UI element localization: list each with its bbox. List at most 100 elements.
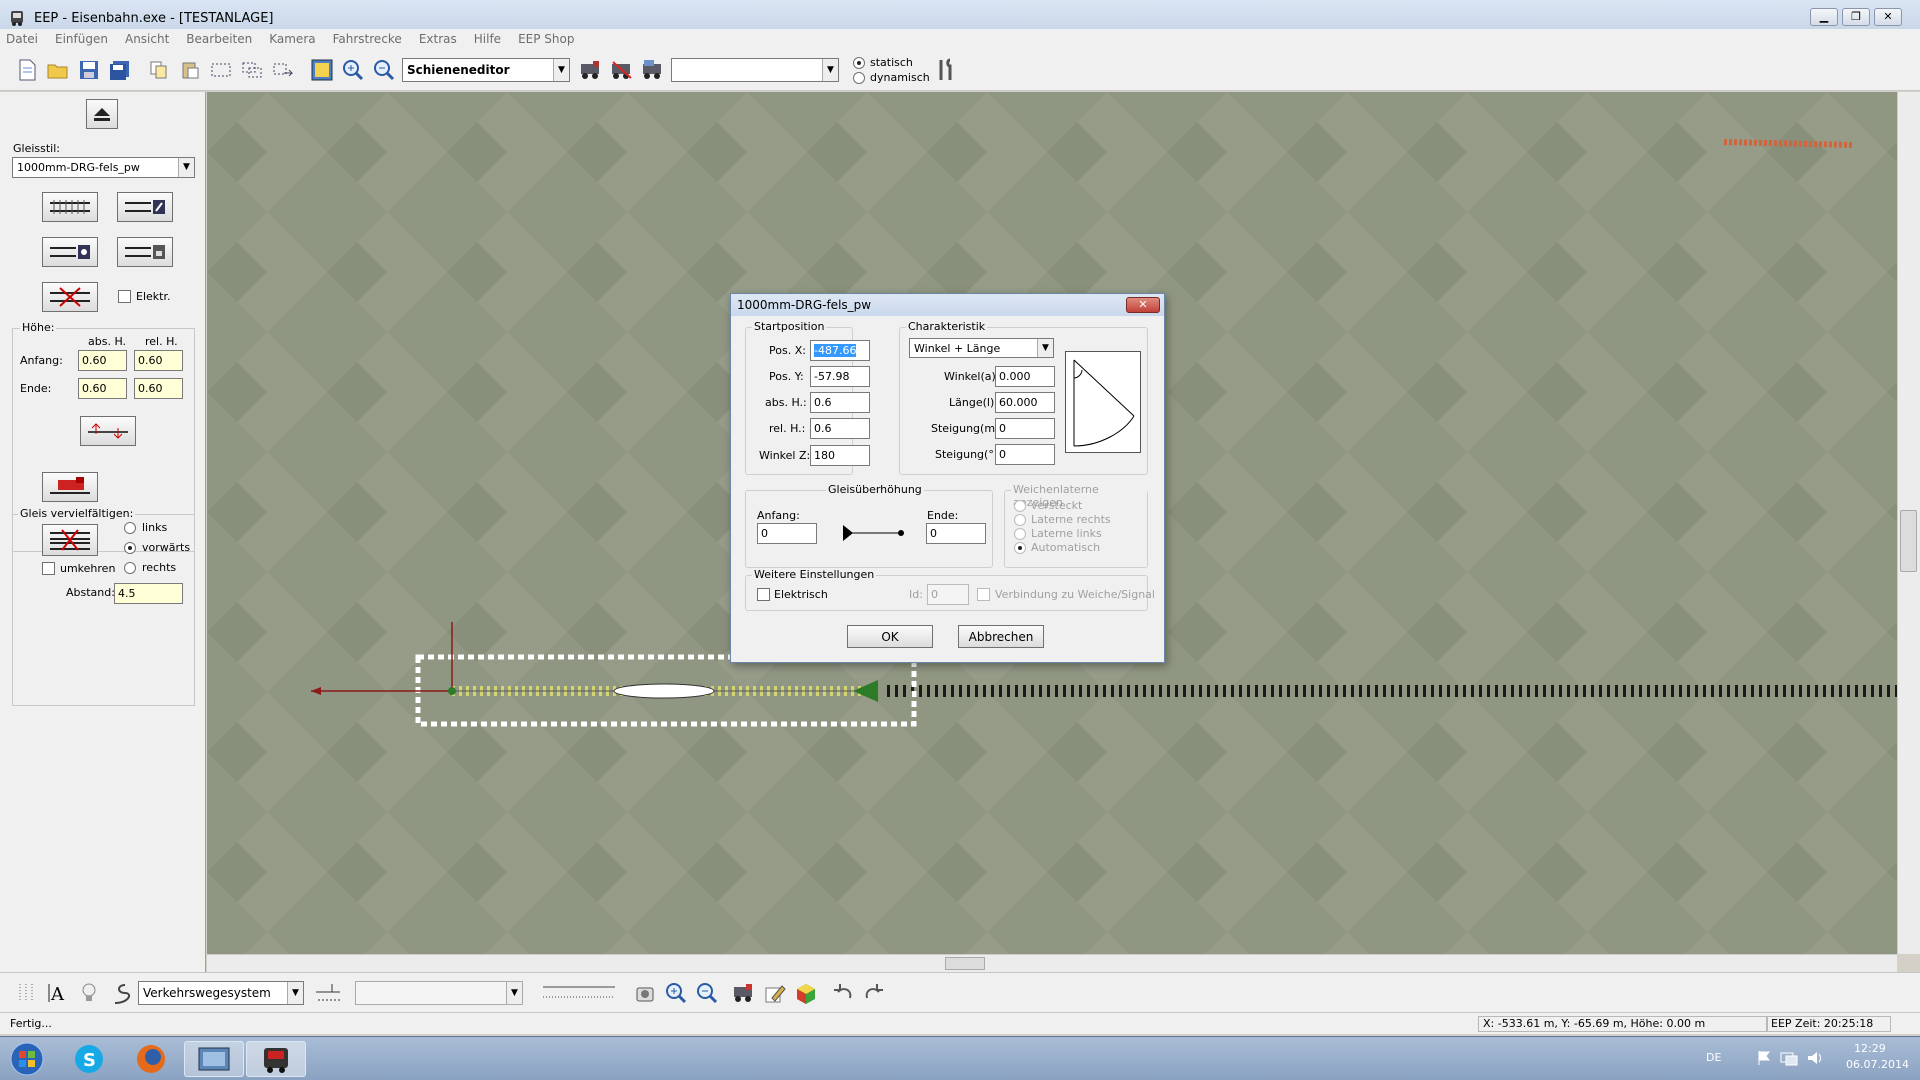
characteristic-mode-select[interactable]: Winkel + Länge ▼ — [909, 338, 1054, 358]
copy-icon[interactable] — [146, 57, 172, 83]
id-input[interactable]: 0 — [927, 584, 969, 605]
train-on-track-button[interactable] — [42, 472, 98, 502]
paste-icon[interactable] — [177, 57, 203, 83]
horizontal-scroll-thumb[interactable] — [945, 957, 985, 970]
edit-pencil-icon[interactable] — [762, 980, 788, 1006]
ueber-anfang-input[interactable]: 0 — [757, 523, 817, 544]
maximize-button[interactable]: ❐ — [1842, 8, 1870, 26]
umkehren-checkbox[interactable] — [42, 562, 55, 575]
height-apply-button[interactable] — [80, 416, 136, 446]
new-file-icon[interactable] — [14, 57, 40, 83]
menu-datei[interactable]: Datei — [6, 32, 38, 46]
taskbar-eep[interactable] — [246, 1041, 306, 1077]
posy-input[interactable]: -57.98 — [810, 366, 870, 387]
grid-icon[interactable] — [14, 980, 40, 1006]
straight-track-button[interactable] — [42, 192, 98, 222]
close-button[interactable]: ✕ — [1874, 8, 1902, 26]
ende-rel-input[interactable]: 0.60 — [134, 378, 183, 399]
vertical-scrollbar[interactable] — [1897, 92, 1920, 954]
horizontal-scrollbar[interactable] — [207, 954, 1897, 972]
radio-laterne-links[interactable] — [1014, 528, 1026, 540]
map-view-icon[interactable] — [309, 57, 335, 83]
radio-links[interactable] — [124, 522, 136, 534]
select-multi-icon[interactable] — [239, 57, 265, 83]
relh-input[interactable]: 0.6 — [810, 418, 870, 439]
text-label-icon[interactable]: A — [45, 980, 71, 1006]
taskbar-skype[interactable]: S — [60, 1041, 118, 1077]
ueber-ende-input[interactable]: 0 — [926, 523, 986, 544]
network-icon[interactable] — [1780, 1050, 1798, 1066]
locomotive-list-icon[interactable] — [640, 57, 666, 83]
undo-icon[interactable] — [830, 980, 856, 1006]
track-connect-icon[interactable] — [314, 980, 340, 1006]
steigung-deg-input[interactable]: 0 — [995, 444, 1055, 465]
delete-track-button[interactable] — [42, 282, 98, 312]
train-settings-icon[interactable] — [731, 980, 757, 1006]
move-selection-icon[interactable] — [270, 57, 296, 83]
tools-icon[interactable] — [933, 57, 959, 83]
radio-versteckt[interactable] — [1014, 500, 1026, 512]
ruler-icon[interactable] — [541, 980, 617, 1006]
locomotive-remove-icon[interactable] — [609, 57, 635, 83]
track-lock-button[interactable] — [117, 237, 173, 267]
duplicate-track-button[interactable] — [42, 524, 98, 556]
vertical-scroll-thumb[interactable] — [1900, 510, 1917, 572]
elektrisch-checkbox[interactable] — [757, 588, 770, 601]
system-select[interactable]: Verkehrswegesystem ▼ — [138, 980, 304, 1005]
locomotive-icon[interactable] — [578, 57, 604, 83]
abstand-input[interactable]: 4.5 — [114, 583, 183, 604]
gleisstil-select[interactable]: 1000mm-DRG-fels_pw ▼ — [12, 157, 195, 178]
save-all-icon[interactable] — [107, 57, 133, 83]
winkel-input[interactable]: 0.000 — [995, 366, 1055, 387]
bottom-zoom-out-icon[interactable] — [694, 980, 720, 1006]
cancel-button[interactable]: Abbrechen — [958, 625, 1044, 648]
track-edit-button[interactable] — [117, 192, 173, 222]
anfang-abs-input[interactable]: 0.60 — [78, 350, 127, 371]
dialog-close-button[interactable]: ✕ — [1126, 297, 1160, 313]
flag-icon[interactable] — [1756, 1050, 1772, 1066]
eject-button[interactable] — [86, 99, 118, 129]
menu-fahrstrecke[interactable]: Fahrstrecke — [333, 32, 402, 46]
taskbar-firefox[interactable] — [122, 1041, 180, 1077]
camera-icon[interactable] — [632, 980, 658, 1006]
save-icon[interactable] — [76, 57, 102, 83]
radio-vorwaerts[interactable] — [124, 542, 136, 554]
anfang-rel-input[interactable]: 0.60 — [134, 350, 183, 371]
radio-statisch[interactable] — [853, 56, 865, 69]
object-cube-icon[interactable] — [793, 980, 819, 1006]
menu-bearbeiten[interactable]: Bearbeiten — [186, 32, 252, 46]
posx-input[interactable]: -487.66 — [810, 340, 870, 361]
lightbulb-icon[interactable] — [76, 980, 102, 1006]
zoom-out-icon[interactable] — [371, 57, 397, 83]
menu-ansicht[interactable]: Ansicht — [125, 32, 169, 46]
menu-einfuegen[interactable]: Einfügen — [55, 32, 108, 46]
laenge-input[interactable]: 60.000 — [995, 392, 1055, 413]
curve-tool-icon[interactable] — [107, 980, 133, 1006]
winkelz-input[interactable]: 180 — [810, 445, 870, 466]
secondary-combo[interactable]: ▼ — [355, 980, 523, 1005]
verbindung-checkbox[interactable] — [977, 588, 990, 601]
object-combo[interactable]: ▼ — [671, 57, 839, 82]
radio-automatisch[interactable] — [1014, 542, 1026, 554]
radio-rechts[interactable] — [124, 562, 136, 574]
radio-laterne-rechts[interactable] — [1014, 514, 1026, 526]
volume-icon[interactable] — [1806, 1050, 1824, 1066]
editor-select[interactable]: Schieneneditor ▼ — [402, 57, 570, 82]
menu-kamera[interactable]: Kamera — [269, 32, 315, 46]
track-properties-button[interactable] — [42, 237, 98, 267]
ok-button[interactable]: OK — [847, 625, 933, 648]
radio-dynamisch[interactable] — [853, 71, 865, 84]
open-folder-icon[interactable] — [45, 57, 71, 83]
menu-extras[interactable]: Extras — [419, 32, 457, 46]
keyboard-language[interactable]: DE — [1706, 1051, 1721, 1064]
clock-date[interactable]: 06.07.2014 — [1846, 1058, 1909, 1071]
zoom-in-icon[interactable] — [340, 57, 366, 83]
menu-eep-shop[interactable]: EEP Shop — [518, 32, 574, 46]
bottom-zoom-in-icon[interactable] — [663, 980, 689, 1006]
taskbar-explorer[interactable] — [184, 1041, 244, 1077]
clock-time[interactable]: 12:29 — [1854, 1042, 1886, 1055]
ende-abs-input[interactable]: 0.60 — [78, 378, 127, 399]
select-rect-icon[interactable] — [208, 57, 234, 83]
menu-hilfe[interactable]: Hilfe — [474, 32, 501, 46]
elektr-checkbox[interactable] — [118, 290, 131, 303]
